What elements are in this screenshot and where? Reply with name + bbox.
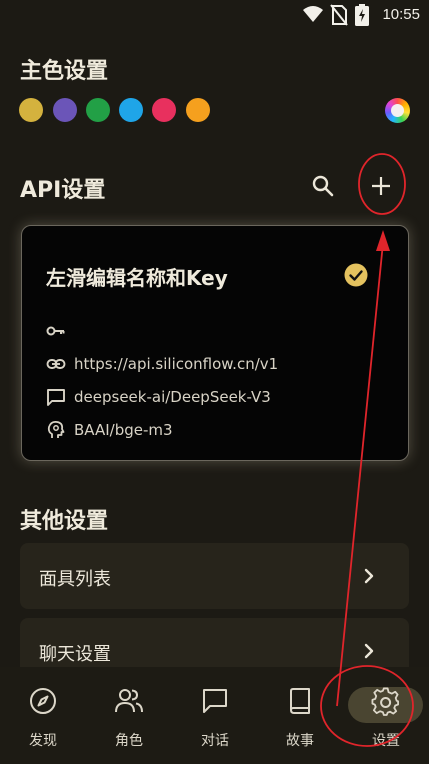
chat-bubble-icon bbox=[47, 389, 65, 406]
chat-model: deepseek-ai/DeepSeek-V3 bbox=[74, 388, 271, 406]
nav-characters[interactable]: 角色 bbox=[86, 667, 172, 764]
people-icon bbox=[115, 689, 143, 713]
color-swatch-yellow[interactable] bbox=[19, 98, 43, 122]
link-icon bbox=[46, 359, 66, 369]
status-time: 10:55 bbox=[382, 6, 420, 23]
message-square-icon bbox=[203, 689, 227, 713]
color-swatch-orange[interactable] bbox=[186, 98, 210, 122]
other-settings-title: 其他设置 bbox=[20, 509, 109, 534]
status-bar: 10:55 bbox=[0, 0, 429, 30]
compass-icon bbox=[30, 688, 56, 714]
color-swatch-purple[interactable] bbox=[53, 98, 77, 122]
api-settings-title: API设置 bbox=[20, 178, 106, 203]
mask-list-label: 面具列表 bbox=[39, 569, 111, 590]
color-swatch-blue[interactable] bbox=[119, 98, 143, 122]
nav-stories[interactable]: 故事 bbox=[257, 667, 343, 764]
nav-settings-label: 设置 bbox=[372, 733, 400, 749]
nav-settings[interactable]: 设置 bbox=[343, 667, 429, 764]
custom-color-palette-icon[interactable] bbox=[385, 98, 410, 123]
add-icon[interactable] bbox=[370, 175, 392, 197]
nav-discover[interactable]: 发现 bbox=[0, 667, 86, 764]
key-icon bbox=[46, 326, 65, 336]
nav-stories-label: 故事 bbox=[286, 733, 314, 749]
api-config-card[interactable]: 左滑编辑名称和Key https://api.siliconflow.cn/v1 bbox=[21, 225, 409, 461]
color-swatch-green[interactable] bbox=[86, 98, 110, 122]
search-icon[interactable] bbox=[311, 174, 335, 198]
nav-conversations-label: 对话 bbox=[201, 733, 229, 749]
chat-settings-label: 聊天设置 bbox=[39, 644, 111, 665]
check-circle-icon bbox=[344, 263, 368, 287]
settings-screen: { "status_bar": { "time": "10:55" }, "th… bbox=[0, 0, 429, 764]
theme-color-title: 主色设置 bbox=[20, 59, 109, 84]
no-sim-icon bbox=[330, 4, 348, 26]
battery-charging-icon bbox=[355, 4, 369, 26]
chevron-right-icon bbox=[364, 568, 374, 584]
brain-head-icon bbox=[47, 420, 65, 438]
nav-conversations[interactable]: 对话 bbox=[172, 667, 258, 764]
api-config-name: 左滑编辑名称和Key bbox=[46, 266, 228, 290]
api-url: https://api.siliconflow.cn/v1 bbox=[74, 355, 279, 373]
gear-icon bbox=[371, 687, 399, 716]
mask-list-item[interactable]: 面具列表 bbox=[20, 543, 409, 609]
color-swatch-pink[interactable] bbox=[152, 98, 176, 122]
wifi-icon bbox=[303, 6, 323, 22]
nav-characters-label: 角色 bbox=[115, 733, 143, 749]
chevron-right-icon bbox=[364, 643, 374, 659]
embedding-model: BAAI/bge-m3 bbox=[74, 421, 173, 439]
nav-discover-label: 发现 bbox=[29, 733, 57, 749]
book-icon bbox=[290, 688, 310, 714]
